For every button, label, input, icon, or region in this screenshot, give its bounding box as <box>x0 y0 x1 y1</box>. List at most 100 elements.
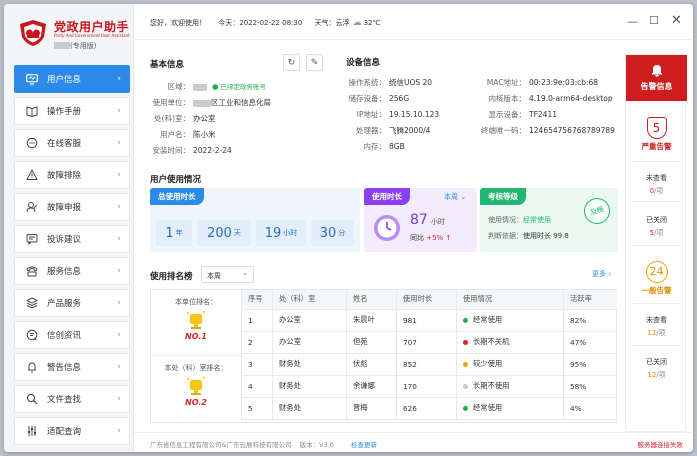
maximize-button[interactable]: ☐ <box>649 14 659 27</box>
minimize-button[interactable]: — <box>627 15 638 28</box>
column-header: 使用情况 <box>456 290 564 310</box>
basis-label: 判断依据： <box>488 232 523 240</box>
sidebar-item-troubleshoot[interactable]: 故障排除 › <box>14 161 130 189</box>
cell-name: 朱晨叶 <box>346 309 397 332</box>
trophy-icon <box>187 311 205 329</box>
sidebar-item-online-service[interactable]: 在线客服 › <box>14 129 130 157</box>
user-row: 用户名： 陈小米 <box>150 129 216 140</box>
cell-rate: 58% <box>563 375 617 398</box>
weekly-hours: 87 小时 <box>410 212 445 228</box>
check-update-link[interactable]: 检查更新 <box>351 439 377 449</box>
greeting-text: 您好，欢迎使用！ <box>150 19 206 27</box>
compare-value: +5% <box>426 234 444 242</box>
general-unread[interactable]: 未查看 12/项 <box>626 315 687 338</box>
sidebar-item-service-info[interactable]: 服务信息 › <box>14 257 130 285</box>
duration-tile: 19 小时 <box>256 220 306 246</box>
refresh-button[interactable]: ↻ <box>283 54 300 71</box>
company-text: 广东省信息工程有限公司&广东云展科技有限公司 <box>150 441 292 449</box>
duration-tile: 30 分 <box>311 220 354 246</box>
dept-rank-panel: 本处（科）室排名： NO.2 <box>151 356 241 423</box>
cell-dept: 财务处 <box>272 397 347 420</box>
top-bar: 您好，欢迎使用！ 今天：2022-02-22 08:30 天气：云浮 ☁ 32℃ —… <box>134 4 693 40</box>
tile-unit: 小时 <box>283 229 298 237</box>
sidebar-item-label: 故障排除 <box>47 171 82 181</box>
status-text: 长期不关机 <box>473 337 510 346</box>
sidebar-item-manual[interactable]: 操作手册 › <box>14 97 130 125</box>
app-window: 党政用户助手 Party And Government User Assista… <box>4 4 693 452</box>
book-icon <box>25 104 39 118</box>
severe-closed[interactable]: 已关闭 5/项 <box>626 215 687 238</box>
chevron-right-icon: › <box>117 426 121 436</box>
sidebar-item-complaints[interactable]: 投诉建议 › <box>14 225 130 253</box>
weather-value: 云浮 <box>335 19 350 27</box>
cell-hours: 626 <box>396 397 457 420</box>
alarm-header: 告警信息 <box>626 55 687 101</box>
severe-alarm-block[interactable]: 5 严重告警 <box>626 117 687 152</box>
device-label: 处理器： <box>356 126 386 135</box>
device-label: 终端唯一码： <box>481 126 526 135</box>
status-text: 经常使用 <box>473 315 503 324</box>
column-header: 姓名 <box>346 290 397 310</box>
sidebar-item-warnings[interactable]: 警告信息 › <box>14 353 130 381</box>
more-link[interactable]: 更多 › <box>592 269 611 279</box>
chevron-right-icon: › <box>117 106 121 116</box>
device-label: 内核版本： <box>488 94 527 103</box>
pass-stamp: 及格 <box>580 194 614 228</box>
ranking-period-select[interactable]: 本周 ⌄ <box>201 266 254 283</box>
chevron-down-icon: ⌄ <box>458 193 467 201</box>
period-dropdown[interactable]: 本周 ⌄ <box>444 192 466 202</box>
status-dot <box>463 405 468 411</box>
basis-value: 使用时长 99.8 <box>523 232 569 240</box>
device-value: 124654756768789789 <box>529 126 615 135</box>
close-button[interactable]: ✕ <box>671 13 682 28</box>
cell-rate: 95% <box>563 353 617 376</box>
sidebar-item-label: 用户信息 <box>47 75 82 85</box>
closed-label: 已关闭 <box>646 358 667 366</box>
status-label: 使用情况： <box>488 216 523 224</box>
cell-status: 经常使用 <box>456 397 564 420</box>
status-dot <box>463 317 468 323</box>
sidebar-item-label: 服务信息 <box>47 267 82 277</box>
sidebar-item-file-search[interactable]: 文件查找 › <box>14 385 130 413</box>
ranking-table: 序号 处（科）室 姓名 使用时长 使用情况 活跃率 1 办公室 朱晨叶 981 <box>241 290 617 420</box>
sidebar-item-label: 警告信息 <box>47 363 82 373</box>
sidebar-item-label: 适配查询 <box>47 427 82 437</box>
sidebar-item-news[interactable]: 信创资讯 › <box>14 321 130 349</box>
device-value: 19.15.10.123 <box>389 110 440 119</box>
edit-icon: ✎ <box>310 57 319 68</box>
weekly-usage-header: 使用时长 <box>364 188 410 205</box>
sidebar-item-label: 产品服务 <box>47 299 82 309</box>
sidebar-item-label: 投诉建议 <box>47 235 82 245</box>
message-icon <box>25 232 39 246</box>
severe-unread[interactable]: 未查看 0/项 <box>626 173 687 196</box>
total-usage-card: 总使用时长 1年 200 天 19 小时 30 分 <box>150 188 360 252</box>
closed-label: 已关闭 <box>646 216 667 224</box>
shield-logo-icon <box>20 20 46 46</box>
status-dot <box>463 339 468 345</box>
device-label: 显示设备： <box>488 110 527 119</box>
check-circle-icon: ● <box>212 82 219 91</box>
device-label: IP地址： <box>356 110 386 119</box>
cell-status: 较少使用 <box>456 353 564 376</box>
unit-label: 使用单位： <box>152 98 191 107</box>
tile-unit: 年 <box>175 229 183 237</box>
device-row: 内核版本： 4.19.0-arm64-desktop <box>470 93 613 104</box>
cell-hours: 170 <box>396 375 457 398</box>
hours-value: 87 <box>410 212 428 228</box>
status-dot <box>463 383 468 389</box>
sidebar-item-products[interactable]: 产品服务 › <box>14 289 130 317</box>
cell-name: 但苑 <box>346 331 397 354</box>
sidebar-item-user-info[interactable]: 用户信息 › <box>14 65 130 93</box>
chevron-right-icon: › <box>117 266 121 276</box>
temperature-value: 32℃ <box>363 19 381 27</box>
edit-button[interactable]: ✎ <box>306 54 323 71</box>
sidebar-item-fault-report[interactable]: 故障申报 › <box>14 193 130 221</box>
general-closed[interactable]: 已关闭 12/项 <box>626 357 687 380</box>
tile-number: 1 <box>165 225 174 241</box>
general-alarm-block[interactable]: 24 一般告警 <box>626 261 687 296</box>
period-value: 本周 <box>444 193 458 201</box>
sidebar-item-compat-query[interactable]: 适配查询 › <box>14 417 130 445</box>
unit-rank-panel: 本单位排名： NO.1 <box>151 290 241 356</box>
device-row: 处理器： 飞腾2000/4 <box>346 125 430 136</box>
sidebar-item-label: 信创资讯 <box>47 331 82 341</box>
